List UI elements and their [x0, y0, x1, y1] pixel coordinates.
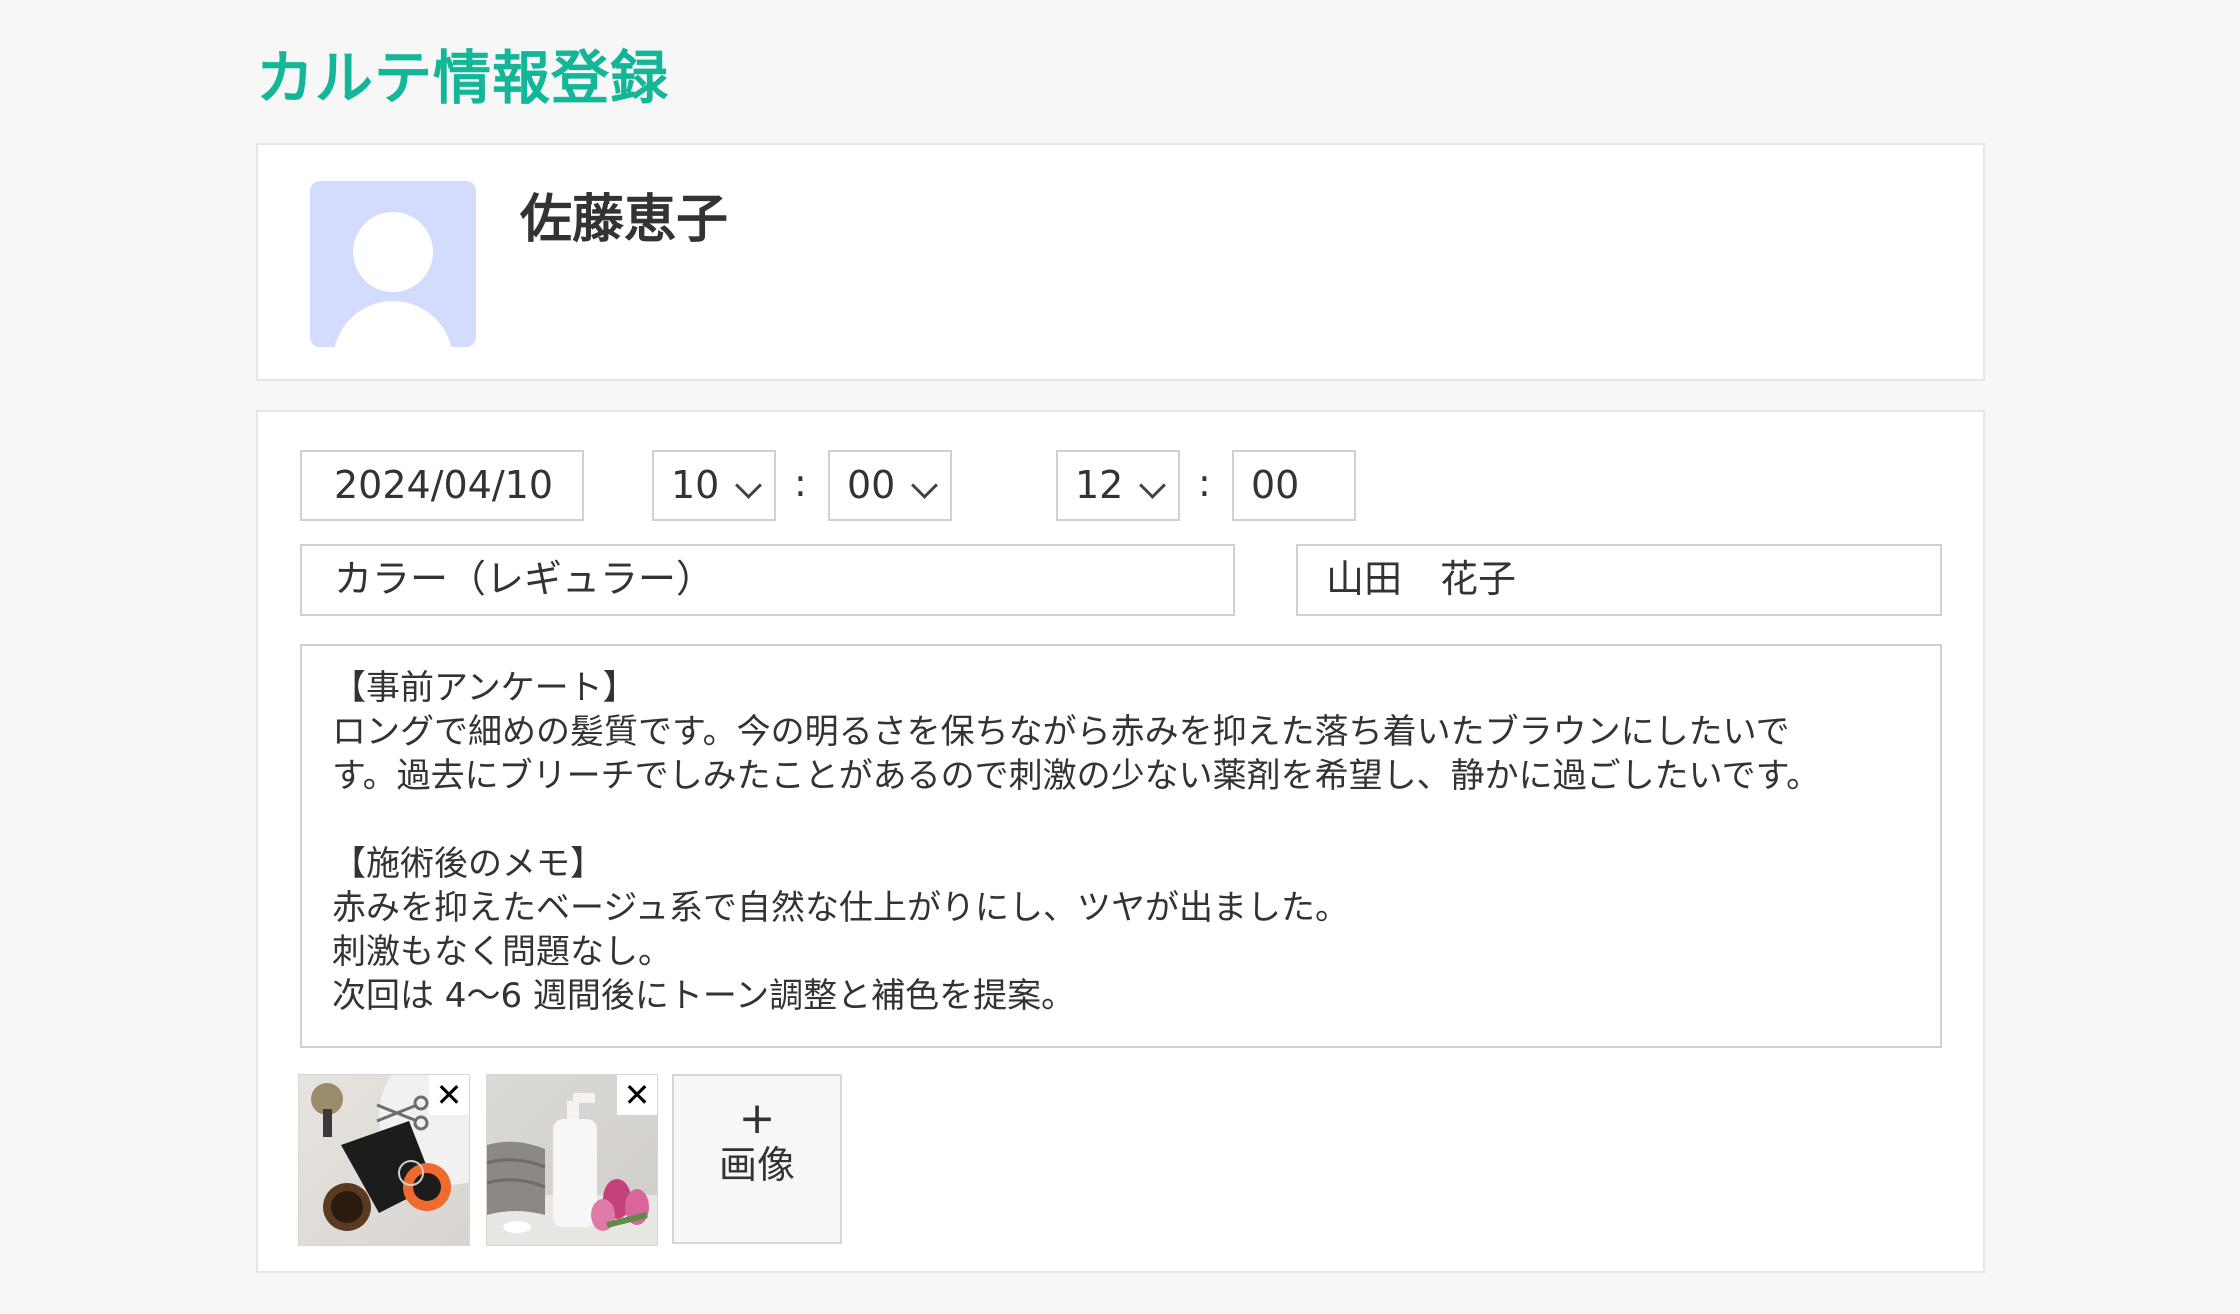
image-thumbnail[interactable]: ✕ [298, 1074, 470, 1246]
start-minute-select[interactable]: 00 [828, 450, 952, 521]
avatar-head [353, 212, 433, 292]
memo-line: ロングで細めの髪質です。今の明るさを保ちながら赤みを抑えた落ち着いたブラウンにし… [332, 712, 1790, 752]
image-thumbnail[interactable]: ✕ [486, 1074, 658, 1246]
record-form: 2024/04/10 10 : 00 12 : 00 カラー（レギュラー） 山田… [256, 410, 1985, 1273]
staff-value: 山田 花子 [1326, 557, 1517, 601]
page-title: カルテ情報登録 [256, 44, 670, 112]
memo-textarea[interactable]: 【事前アンケート】 ロングで細めの髪質です。今の明るさを保ちながら赤みを抑えた落… [300, 644, 1942, 1048]
end-hour-select[interactable]: 12 [1056, 450, 1180, 521]
remove-image-button[interactable]: ✕ [617, 1075, 657, 1115]
memo-line: 刺激もなく問題なし。 [332, 932, 672, 972]
remove-image-button[interactable]: ✕ [429, 1075, 469, 1115]
memo-line: 赤みを抑えたベージュ系で自然な仕上がりにし、ツヤが出ました。 [332, 888, 1349, 928]
plus-icon: + [738, 1093, 776, 1144]
time-separator: : [794, 461, 807, 505]
chevron-down-icon [1139, 472, 1166, 499]
memo-text: 【事前アンケート】 ロングで細めの髪質です。今の明るさを保ちながら赤みを抑えた落… [332, 666, 1922, 1018]
end-minute-value: 00 [1251, 463, 1300, 507]
memo-line: す。過去にブリーチでしみたことがあるので刺激の少ない薬剤を希望し、静かに過ごした… [332, 756, 1821, 796]
user-avatar-icon [310, 181, 476, 347]
staff-field[interactable]: 山田 花子 [1296, 544, 1942, 616]
memo-line: 【施術後のメモ】 [332, 844, 604, 884]
chevron-down-icon [735, 472, 762, 499]
date-field[interactable]: 2024/04/10 [300, 450, 584, 521]
memo-line [332, 798, 1922, 842]
date-value: 2024/04/10 [334, 463, 554, 507]
add-image-label: 画像 [718, 1143, 795, 1187]
start-hour-select[interactable]: 10 [652, 450, 776, 521]
chevron-down-icon [911, 472, 938, 499]
end-hour-value: 12 [1075, 463, 1124, 507]
time-separator: : [1198, 461, 1211, 505]
end-minute-field[interactable]: 00 [1232, 450, 1356, 521]
customer-card: 佐藤恵子 [256, 143, 1985, 381]
memo-line: 次回は 4〜6 週間後にトーン調整と補色を提案。 [332, 976, 1076, 1016]
add-image-button[interactable]: + 画像 [672, 1074, 842, 1244]
start-minute-value: 00 [847, 463, 896, 507]
memo-line: 【事前アンケート】 [332, 668, 637, 708]
avatar-body [333, 301, 453, 347]
menu-value: カラー（レギュラー） [334, 557, 715, 601]
start-hour-value: 10 [671, 463, 720, 507]
menu-field[interactable]: カラー（レギュラー） [300, 544, 1235, 616]
customer-name: 佐藤恵子 [520, 190, 729, 250]
